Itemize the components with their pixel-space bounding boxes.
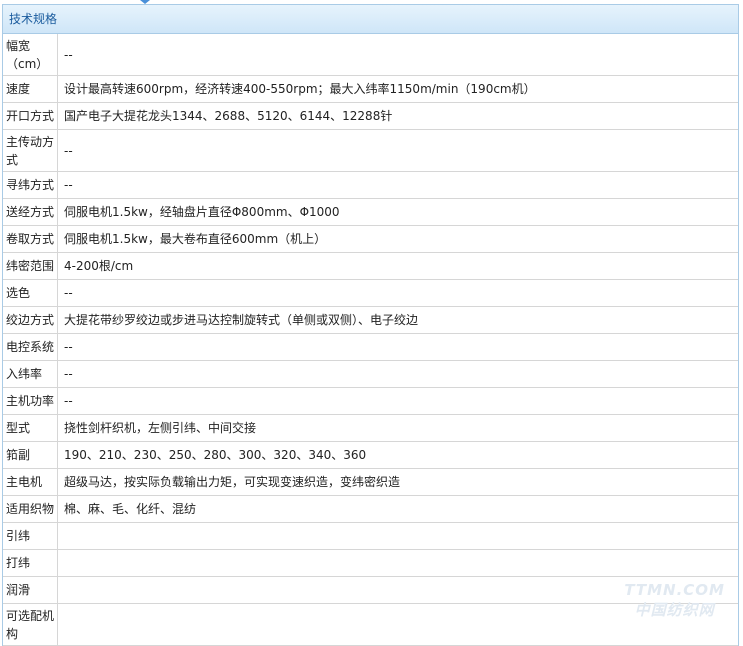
row-label: 送经方式 — [3, 198, 58, 226]
table-row: 筘副 190、210、230、250、280、300、320、340、360 — [3, 441, 738, 469]
panel-header: 技术规格 — [3, 5, 738, 34]
row-label: 引纬 — [3, 522, 58, 550]
row-value: -- — [57, 333, 738, 361]
row-label: 主传动方式 — [3, 129, 58, 172]
table-row: 速度 设计最高转速600rpm，经济转速400-550rpm；最大入纬率1150… — [3, 75, 738, 103]
row-value: -- — [57, 129, 738, 172]
row-label: 适用织物 — [3, 495, 58, 523]
row-value: -- — [57, 279, 738, 307]
table-row: 纬密范围 4-200根/cm — [3, 252, 738, 280]
row-value: -- — [57, 360, 738, 388]
row-label: 选色 — [3, 279, 58, 307]
table-row: 送经方式 伺服电机1.5kw，经轴盘片直径Φ800mm、Φ1000 — [3, 198, 738, 226]
table-row: 开口方式 国产电子大提花龙头1344、2688、5120、6144、12288针 — [3, 102, 738, 130]
row-label: 开口方式 — [3, 102, 58, 130]
row-label: 筘副 — [3, 441, 58, 469]
row-label: 速度 — [3, 75, 58, 103]
row-value: 超级马达，按实际负载输出力矩，可实现变速织造，变纬密织造 — [57, 468, 738, 496]
row-label: 绞边方式 — [3, 306, 58, 334]
row-label: 寻纬方式 — [3, 171, 58, 199]
table-row: 可选配机构 — [3, 603, 738, 646]
table-row: 引纬 — [3, 522, 738, 550]
row-label: 入纬率 — [3, 360, 58, 388]
row-label: 幅宽（cm） — [3, 34, 58, 76]
row-label: 主电机 — [3, 468, 58, 496]
row-label: 主机功率 — [3, 387, 58, 415]
row-value: 设计最高转速600rpm，经济转速400-550rpm；最大入纬率1150m/m… — [57, 75, 738, 103]
row-label: 型式 — [3, 414, 58, 442]
table-row: 幅宽（cm） -- — [3, 34, 738, 76]
table-row: 主机功率 -- — [3, 387, 738, 415]
spec-table: 幅宽（cm） -- 速度 设计最高转速600rpm，经济转速400-550rpm… — [3, 34, 738, 646]
table-row: 选色 -- — [3, 279, 738, 307]
table-row: 主电机 超级马达，按实际负载输出力矩，可实现变速织造，变纬密织造 — [3, 468, 738, 496]
table-row: 润滑 — [3, 576, 738, 604]
row-value: 伺服电机1.5kw，经轴盘片直径Φ800mm、Φ1000 — [57, 198, 738, 226]
table-row: 打纬 — [3, 549, 738, 577]
table-row: 适用织物 棉、麻、毛、化纤、混纺 — [3, 495, 738, 523]
row-value: -- — [57, 387, 738, 415]
row-value — [57, 576, 738, 604]
row-value: 国产电子大提花龙头1344、2688、5120、6144、12288针 — [57, 102, 738, 130]
row-value — [57, 522, 738, 550]
row-label: 可选配机构 — [3, 603, 58, 646]
table-row: 电控系统 -- — [3, 333, 738, 361]
row-value: 大提花带纱罗绞边或步进马达控制旋转式（单侧或双侧）、电子绞边 — [57, 306, 738, 334]
row-value: -- — [57, 171, 738, 199]
row-value — [57, 603, 738, 646]
table-row: 型式 挠性剑杆织机，左侧引纬、中间交接 — [3, 414, 738, 442]
row-value: 4-200根/cm — [57, 252, 738, 280]
row-label: 卷取方式 — [3, 225, 58, 253]
row-value — [57, 549, 738, 577]
panel-title: 技术规格 — [9, 12, 58, 26]
row-value: 挠性剑杆织机，左侧引纬、中间交接 — [57, 414, 738, 442]
table-row: 主传动方式 -- — [3, 129, 738, 172]
table-row: 绞边方式 大提花带纱罗绞边或步进马达控制旋转式（单侧或双侧）、电子绞边 — [3, 306, 738, 334]
row-value: 伺服电机1.5kw，最大卷布直径600mm（机上） — [57, 225, 738, 253]
row-label: 润滑 — [3, 576, 58, 604]
row-label: 纬密范围 — [3, 252, 58, 280]
row-label: 打纬 — [3, 549, 58, 577]
row-value: 190、210、230、250、280、300、320、340、360 — [57, 441, 738, 469]
row-value: -- — [57, 34, 738, 76]
table-row: 寻纬方式 -- — [3, 171, 738, 199]
row-value: 棉、麻、毛、化纤、混纺 — [57, 495, 738, 523]
table-row: 入纬率 -- — [3, 360, 738, 388]
table-row: 卷取方式 伺服电机1.5kw，最大卷布直径600mm（机上） — [3, 225, 738, 253]
tech-spec-panel: 技术规格 幅宽（cm） -- 速度 设计最高转速600rpm，经济转速400-5… — [2, 4, 739, 646]
row-label: 电控系统 — [3, 333, 58, 361]
